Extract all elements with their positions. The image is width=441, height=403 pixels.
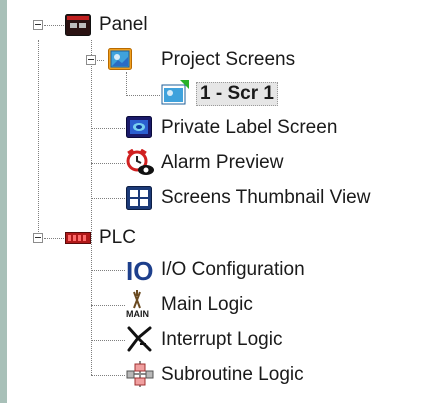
tree-line [44, 25, 64, 26]
tree-item-subroutine-logic[interactable]: Subroutine Logic [161, 363, 304, 387]
panel-hmi-icon [65, 14, 91, 36]
tree-item-alarm-preview[interactable]: Alarm Preview [161, 151, 283, 175]
tree-line [91, 305, 125, 306]
tree-item-plc[interactable]: PLC [99, 226, 136, 250]
project-tree: Panel Project Screens 1 - Scr 1 Private … [0, 0, 441, 403]
plc-icon [65, 232, 91, 244]
tree-line [91, 40, 92, 375]
subroutine-logic-icon [126, 361, 154, 387]
alarm-clock-icon [126, 149, 154, 175]
screen-icon [161, 80, 189, 105]
tree-line [38, 40, 39, 238]
main-icon-text: MAIN [126, 309, 149, 318]
tree-item-interrupt-logic[interactable]: Interrupt Logic [161, 328, 282, 352]
panel-collapse-toggle[interactable] [33, 20, 43, 30]
thumbnail-grid-icon [126, 186, 152, 210]
tree-line [91, 375, 125, 376]
tree-item-io-configuration[interactable]: I/O Configuration [161, 258, 305, 282]
screens-folder-icon [108, 48, 132, 70]
tree-item-screens-thumbnail-view[interactable]: Screens Thumbnail View [161, 186, 370, 210]
io-icon-text: IO [126, 257, 153, 283]
main-logic-icon: MAIN [126, 290, 149, 318]
tree-line [91, 128, 125, 129]
tree-line [91, 270, 125, 271]
tree-line [44, 238, 64, 239]
tree-item-scr-1[interactable]: 1 - Scr 1 [196, 82, 278, 106]
plc-collapse-toggle[interactable] [33, 233, 43, 243]
tree-line [91, 340, 125, 341]
tree-item-main-logic[interactable]: Main Logic [161, 293, 253, 317]
io-configuration-icon: IO [126, 257, 153, 283]
tree-line [126, 95, 160, 96]
interrupt-logic-icon [127, 326, 152, 352]
tree-line [91, 198, 125, 199]
private-label-screen-icon [126, 116, 152, 138]
tree-item-panel[interactable]: Panel [99, 13, 148, 37]
tree-line [126, 72, 127, 96]
project-screens-collapse-toggle[interactable] [86, 55, 96, 65]
tree-item-project-screens[interactable]: Project Screens [161, 48, 295, 72]
tree-line [91, 163, 125, 164]
tree-item-private-label-screen[interactable]: Private Label Screen [161, 116, 337, 140]
